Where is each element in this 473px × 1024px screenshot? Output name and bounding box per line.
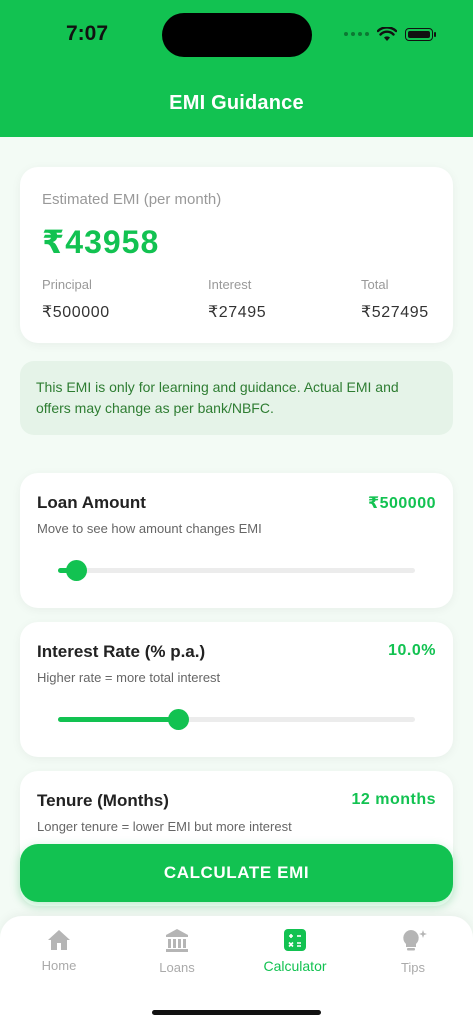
status-icons [344, 25, 436, 43]
calculate-emi-button[interactable]: CALCULATE EMI [20, 844, 453, 902]
tenure-help: Longer tenure = lower EMI but more inter… [37, 819, 292, 834]
interest-rate-card: Interest Rate (% p.a.) 10.0% Higher rate… [20, 622, 453, 757]
estimated-emi-value: ₹43958 [42, 224, 160, 260]
home-indicator [152, 1010, 321, 1015]
tab-calculator[interactable]: Calculator [236, 928, 354, 974]
disclaimer-note: This EMI is only for learning and guidan… [20, 361, 453, 435]
loan-amount-value: ₹500000 [367, 495, 436, 512]
home-icon [48, 930, 70, 950]
principal-value: ₹500000 [42, 304, 110, 321]
wifi-icon [377, 26, 397, 41]
interest-label: Interest [208, 277, 252, 292]
interest-rate-slider-thumb[interactable] [167, 709, 189, 730]
loan-amount-help: Move to see how amount changes EMI [37, 521, 262, 536]
battery-icon [405, 27, 436, 41]
loan-amount-slider-thumb[interactable] [65, 560, 87, 581]
principal-column: Principal ₹500000 [42, 277, 110, 322]
bank-icon [166, 929, 188, 952]
interest-column: Interest ₹27495 [208, 277, 266, 322]
tab-loans-label: Loans [159, 960, 195, 975]
interest-rate-title: Interest Rate (% p.a.) [37, 642, 206, 661]
tenure-value: 12 months [351, 791, 436, 808]
interest-rate-slider-fill [58, 717, 178, 722]
interest-value: ₹27495 [208, 304, 267, 321]
loan-amount-card: Loan Amount ₹500000 Move to see how amou… [20, 473, 453, 608]
tab-loans[interactable]: Loans [118, 928, 236, 975]
emi-summary-card: Estimated EMI (per month) ₹43958 Princip… [20, 167, 453, 343]
loan-amount-slider[interactable] [58, 560, 415, 581]
tab-home[interactable]: Home [0, 928, 118, 973]
status-time: 7:07 [66, 22, 109, 45]
loan-amount-title: Loan Amount [37, 493, 146, 512]
tenure-title: Tenure (Months) [37, 791, 169, 810]
interest-rate-slider[interactable] [58, 709, 415, 730]
lightbulb-icon [403, 930, 427, 951]
signal-icon [344, 32, 369, 36]
tab-calculator-label: Calculator [263, 958, 327, 974]
principal-label: Principal [42, 277, 92, 292]
calculator-icon [284, 929, 306, 951]
bottom-tab-bar: Home Loans Calculator Tips [0, 916, 473, 1024]
dynamic-island [162, 13, 312, 57]
total-column: Total ₹527495 [361, 277, 429, 322]
interest-rate-value: 10.0% [388, 642, 436, 659]
app-header: 7:07 EMI Guidance [0, 0, 473, 137]
interest-rate-help: Higher rate = more total interest [37, 670, 221, 685]
total-value: ₹527495 [361, 304, 429, 321]
tab-tips-label: Tips [400, 960, 426, 975]
total-label: Total [361, 277, 389, 292]
page-title: EMI Guidance [169, 92, 304, 114]
estimated-emi-label: Estimated EMI (per month) [42, 191, 222, 208]
tab-home-label: Home [41, 958, 77, 973]
tab-tips[interactable]: Tips [354, 928, 472, 975]
